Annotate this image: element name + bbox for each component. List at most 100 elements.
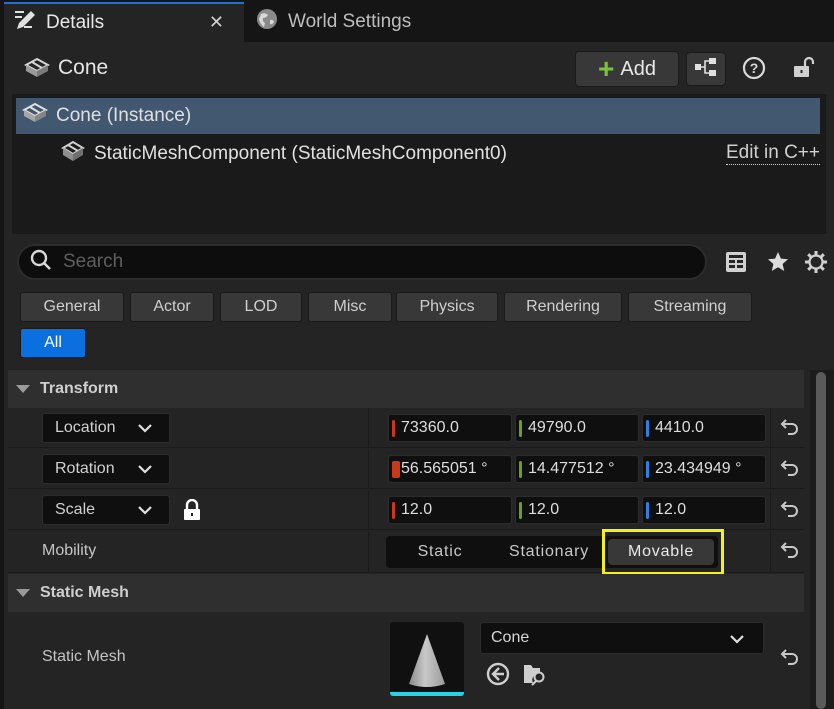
use-selected-asset-icon[interactable] xyxy=(486,662,510,691)
plus-icon: + xyxy=(598,53,615,84)
chevron-down-icon xyxy=(137,462,153,480)
scale-y-field[interactable]: 12.0 xyxy=(515,496,639,524)
category-title: Static Mesh xyxy=(40,584,129,601)
static-mesh-component-icon xyxy=(60,139,86,169)
filter-rendering[interactable]: Rendering xyxy=(504,292,622,322)
property-row-location: Location 73360.0 49790.0 4410.0 xyxy=(8,408,804,448)
y-axis-bar xyxy=(519,420,522,437)
x-axis-bar xyxy=(392,502,395,519)
actor-cube-icon xyxy=(23,56,51,85)
cone-mesh-preview xyxy=(409,634,445,687)
close-icon[interactable]: ✕ xyxy=(209,12,224,33)
scale-label: Scale xyxy=(55,501,96,518)
reset-to-default-icon[interactable] xyxy=(780,459,800,482)
reset-to-default-icon[interactable] xyxy=(780,418,800,441)
actor-cube-icon xyxy=(21,101,49,131)
y-axis-bar xyxy=(519,502,522,519)
rotation-z-value: 23.434949 ° xyxy=(655,460,742,477)
actor-name: Cone xyxy=(58,56,109,79)
svg-text:?: ? xyxy=(750,60,759,76)
location-z-field[interactable]: 4410.0 xyxy=(642,414,766,442)
z-axis-bar xyxy=(646,502,649,519)
z-axis-bar xyxy=(646,420,649,437)
y-axis-bar xyxy=(519,461,522,478)
add-component-button[interactable]: + Add xyxy=(575,51,679,87)
tab-bar: Details ✕ World Settings xyxy=(0,0,834,42)
mobility-movable[interactable]: Movable xyxy=(608,539,714,565)
collapse-triangle-icon xyxy=(16,385,30,393)
mesh-thumbnail[interactable] xyxy=(390,622,464,696)
static-mesh-value: Cone xyxy=(491,629,530,646)
search-input[interactable] xyxy=(63,251,663,273)
column-divider xyxy=(368,408,369,447)
property-grid: Transform Location 73360.0 49790.0 4410.… xyxy=(8,370,804,709)
filter-actor[interactable]: Actor xyxy=(130,292,214,322)
help-icon[interactable]: ? xyxy=(742,56,766,85)
static-mesh-dropdown[interactable]: Cone xyxy=(480,622,764,654)
location-mode-dropdown[interactable]: Location xyxy=(42,413,170,443)
chevron-down-icon xyxy=(137,421,153,439)
edit-in-cpp-link[interactable]: Edit in C++ xyxy=(726,142,820,165)
reset-to-default-icon[interactable] xyxy=(780,541,800,564)
rotation-x-field[interactable]: 56.565051 ° xyxy=(388,455,512,483)
column-divider xyxy=(770,490,771,529)
browse-asset-icon[interactable] xyxy=(522,662,548,691)
component-item-static-mesh[interactable]: StaticMeshComponent (StaticMeshComponent… xyxy=(60,136,820,172)
mobility-static[interactable]: Static xyxy=(386,536,494,568)
rotation-y-field[interactable]: 14.477512 ° xyxy=(515,455,639,483)
blueprint-hierarchy-icon xyxy=(694,57,718,82)
category-static-mesh[interactable]: Static Mesh xyxy=(8,574,804,612)
settings-gear-icon[interactable] xyxy=(804,250,828,279)
rotation-z-field[interactable]: 23.434949 ° xyxy=(642,455,766,483)
filter-all[interactable]: All xyxy=(20,328,86,358)
component-item-root[interactable]: Cone (Instance) xyxy=(16,98,820,134)
reset-to-default-icon[interactable] xyxy=(780,500,800,523)
details-panel: Cone + Add ? Cone (Instance) StaticMeshC… xyxy=(4,42,834,709)
globe-icon xyxy=(256,8,278,36)
component-label: StaticMeshComponent (StaticMeshComponent… xyxy=(94,143,507,164)
mobility-label: Mobility xyxy=(42,542,97,559)
filter-streaming[interactable]: Streaming xyxy=(628,292,752,322)
scale-z-value: 12.0 xyxy=(655,501,687,518)
filter-physics[interactable]: Physics xyxy=(396,292,498,322)
scrollbar-thumb[interactable] xyxy=(816,372,826,709)
static-mesh-label: Static Mesh xyxy=(42,648,126,665)
search-box xyxy=(17,244,707,280)
tab-details-label: Details xyxy=(46,12,105,33)
column-divider xyxy=(368,490,369,529)
property-row-scale: Scale 12.0 12.0 12.0 xyxy=(8,490,804,530)
scale-z-field[interactable]: 12.0 xyxy=(642,496,766,524)
rotation-y-value: 14.477512 ° xyxy=(528,460,615,477)
collapse-triangle-icon xyxy=(16,589,30,597)
scale-x-field[interactable]: 12.0 xyxy=(388,496,512,524)
location-y-value: 49790.0 xyxy=(528,419,586,436)
category-transform[interactable]: Transform xyxy=(8,370,804,408)
scale-x-value: 12.0 xyxy=(401,501,433,518)
unlocked-padlock-icon[interactable] xyxy=(792,56,816,85)
reset-to-default-icon[interactable] xyxy=(780,648,800,671)
tab-world-settings-label: World Settings xyxy=(288,11,412,32)
tab-details[interactable]: Details ✕ xyxy=(4,2,244,42)
rotation-mode-dropdown[interactable]: Rotation xyxy=(42,454,170,484)
chevron-down-icon xyxy=(137,503,153,521)
location-x-field[interactable]: 73360.0 xyxy=(388,414,512,442)
filter-lod[interactable]: LOD xyxy=(220,292,302,322)
favorites-star-icon[interactable] xyxy=(766,250,790,279)
scale-mode-dropdown[interactable]: Scale xyxy=(42,495,170,525)
blueprint-button[interactable] xyxy=(686,52,726,86)
filter-general[interactable]: General xyxy=(20,292,124,322)
rotation-x-value: 56.565051 ° xyxy=(401,460,488,477)
filter-misc[interactable]: Misc xyxy=(308,292,392,322)
tab-world-settings[interactable]: World Settings xyxy=(256,2,411,42)
details-header: Cone + Add ? xyxy=(4,42,834,94)
property-row-mobility: Mobility Static Stationary Movable xyxy=(8,529,804,575)
scale-y-value: 12.0 xyxy=(528,501,560,518)
location-y-field[interactable]: 49790.0 xyxy=(515,414,639,442)
mobility-stationary[interactable]: Stationary xyxy=(494,536,604,568)
column-divider xyxy=(368,449,369,488)
column-divider xyxy=(770,449,771,488)
mobility-segmented-control: Static Stationary Movable xyxy=(386,536,718,568)
property-row-static-mesh: Static Mesh Cone xyxy=(8,614,804,704)
scale-lock-icon[interactable] xyxy=(182,498,202,526)
property-matrix-icon[interactable] xyxy=(724,250,748,279)
